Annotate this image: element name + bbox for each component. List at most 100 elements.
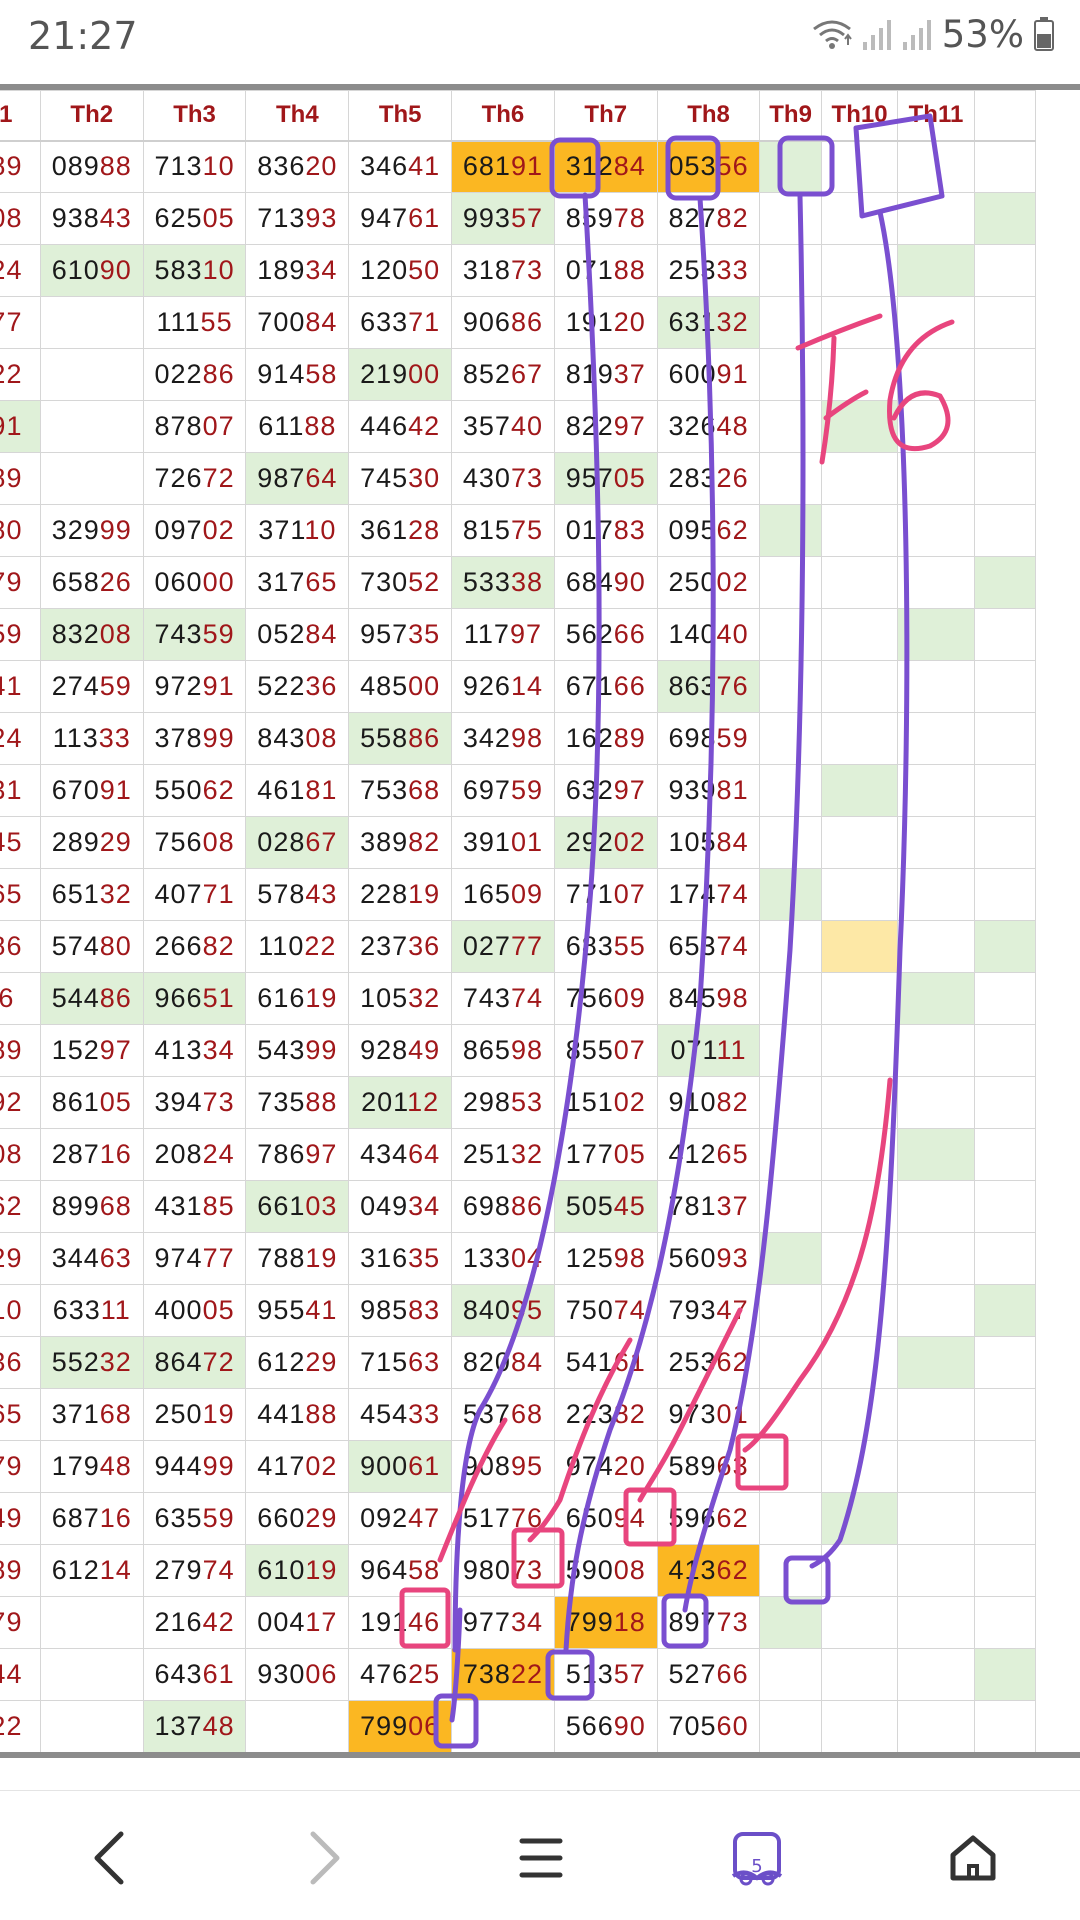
table-cell [897, 972, 975, 1025]
table-cell: 986 [0, 920, 41, 973]
table-cell: 40005 [142, 1284, 247, 1337]
table-cell: 549 [0, 1492, 41, 1545]
table-cell [820, 1388, 899, 1441]
table-cell: 02867 [245, 816, 350, 869]
cell-value: 67091 [51, 775, 132, 805]
table-cell [759, 1596, 822, 1649]
table-cell: 31765 [245, 556, 350, 609]
table-cell [820, 1284, 899, 1337]
table-cell: 75609 [553, 972, 658, 1025]
table-cell-extra [973, 972, 1037, 1025]
cell-value: 87807 [154, 411, 235, 441]
cell-value: 22382 [565, 1399, 646, 1429]
cell-value: 25132 [462, 1139, 543, 1169]
table-cell: 58963 [656, 1440, 761, 1493]
table-cell: 90895 [451, 1440, 555, 1493]
cell-value: 98583 [360, 1295, 441, 1325]
forward-button[interactable] [280, 1813, 370, 1903]
table-cell: 10532 [348, 972, 453, 1025]
table-cell: 91458 [245, 348, 350, 401]
cell-value: 21900 [360, 359, 441, 389]
table-cell [820, 1544, 899, 1597]
results-table-container[interactable]: h1Th2Th3Th4Th5Th6Th7Th8Th9Th10Th11 589 08… [0, 84, 1080, 1760]
back-button[interactable] [64, 1813, 154, 1903]
table-cell-extra [973, 608, 1037, 661]
tab-count: 5 [751, 1856, 763, 1877]
table-bottom-border [0, 1752, 1080, 1758]
table-cell-extra [973, 1284, 1037, 1337]
cell-value: 10584 [668, 827, 749, 857]
table-cell: 63559 [142, 1492, 247, 1545]
table-cell [897, 920, 975, 973]
table-cell: 67166 [553, 660, 658, 713]
cell-value: 68355 [565, 931, 646, 961]
table-cell: 71393 [245, 192, 350, 245]
cell-value: 63559 [154, 1503, 235, 1533]
table-cell: 61090 [39, 244, 144, 297]
cell-value: 21642 [154, 1607, 235, 1637]
cell-value: 92849 [360, 1035, 441, 1065]
table-cell: 56690 [553, 1700, 658, 1753]
table-cell: 73822 [451, 1648, 555, 1701]
cell-value: 489 [0, 463, 23, 493]
cell-value: 84308 [257, 723, 338, 753]
cell-value: 53768 [462, 1399, 543, 1429]
table-cell [897, 1284, 975, 1337]
table-cell: 00417 [245, 1596, 350, 1649]
cell-value: 27974 [154, 1555, 235, 1585]
table-cell [759, 764, 822, 817]
table-cell: 78819 [245, 1232, 350, 1285]
table-cell: 02286 [142, 348, 247, 401]
cell-value: 89968 [51, 1191, 132, 1221]
cell-value: 891 [0, 411, 23, 441]
cell-value: 54399 [257, 1035, 338, 1065]
table-cell: 95705 [553, 452, 658, 505]
table-cell: 31873 [451, 244, 555, 297]
table-cell: 54486 [39, 972, 144, 1025]
table-cell: 79906 [348, 1700, 453, 1753]
table-cell: 13748 [142, 1700, 247, 1753]
cell-value: 577 [0, 307, 23, 337]
table-row: 289 15297 41334 54399 92849 86598 85507 07111 [0, 1024, 1037, 1077]
menu-button[interactable] [496, 1813, 586, 1903]
cell-value: 25362 [668, 1347, 749, 1377]
cell-value: 61229 [257, 1347, 338, 1377]
table-cell: 84308 [245, 712, 350, 765]
cell-value: 97734 [462, 1607, 543, 1637]
table-cell: 70560 [656, 1700, 761, 1753]
table-cell-extra [973, 712, 1037, 765]
cell-value: 28929 [51, 827, 132, 857]
table-cell [897, 1180, 975, 1233]
cell-value: 43464 [360, 1139, 441, 1169]
table-cell [820, 296, 899, 349]
table-cell: 43073 [451, 452, 555, 505]
cell-value: 63311 [52, 1295, 131, 1325]
cell-value: 29202 [565, 827, 646, 857]
table-cell: 892 [0, 1076, 41, 1129]
home-button[interactable] [928, 1813, 1018, 1903]
cell-value: 26682 [154, 931, 235, 961]
cell-value: 91082 [668, 1087, 749, 1117]
table-cell [39, 348, 144, 401]
table-cell: 810 [0, 1284, 41, 1337]
table-cell-extra [973, 348, 1037, 401]
cell-value: 879 [0, 567, 23, 597]
table-cell [897, 1024, 975, 1077]
cell-value: 29853 [462, 1087, 543, 1117]
table-cell: 61214 [39, 1544, 144, 1597]
table-cell [39, 296, 144, 349]
cell-value: 97291 [154, 671, 235, 701]
cell-value: 824 [0, 255, 23, 285]
table-cell [820, 920, 899, 973]
table-cell [897, 1492, 975, 1545]
cell-value: 86376 [668, 671, 749, 701]
table-cell: 11797 [451, 608, 555, 661]
table-cell-extra [973, 1024, 1037, 1077]
status-icons: 53% [812, 12, 1054, 56]
table-cell: 82782 [656, 192, 761, 245]
tabs-button[interactable]: 5 [712, 1813, 802, 1903]
cell-value: 79347 [668, 1295, 749, 1325]
cell-value: 522 [0, 359, 23, 389]
cell-value: 17474 [668, 879, 749, 909]
table-row: 522 02286 91458 21900 85267 81937 60091 [0, 348, 1037, 401]
